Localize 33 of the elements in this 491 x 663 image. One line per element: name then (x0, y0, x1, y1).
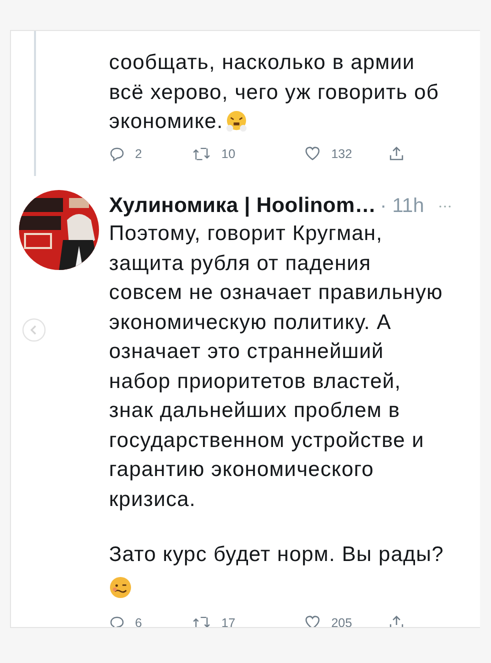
tweet-text: защита рубля от падения (109, 250, 372, 276)
like-count: 132 (331, 146, 352, 160)
tweet-text: совсем не означает правильную (109, 280, 443, 306)
reply-icon[interactable] (109, 146, 125, 162)
tweet-text: гарантию экономического (109, 457, 374, 483)
tweet-text: государственном устройстве и (109, 428, 424, 454)
emoji-icon (225, 110, 248, 134)
tweet-text: сообщать, насколько в армии (109, 50, 415, 76)
heart-icon[interactable] (304, 614, 322, 627)
reply-count: 2 (135, 146, 142, 160)
more-icon[interactable] (438, 204, 452, 208)
tweet-text: кризиса. (109, 486, 196, 512)
share-icon[interactable] (388, 614, 405, 627)
tweet-text: экономике. (109, 109, 224, 135)
retweet-count: 10 (221, 146, 236, 160)
tweet-text: знак дальнейших проблем в (109, 398, 400, 424)
emoji-icon (109, 576, 132, 598)
tweet-text: Зато курс будет норм. Вы рады? (109, 542, 444, 568)
reply-count: 6 (135, 616, 142, 627)
retweet-icon[interactable] (192, 146, 212, 162)
tweet-time: · 11h (380, 195, 424, 218)
retweet-icon[interactable] (192, 614, 212, 627)
tweet-text: означает это страннейший (109, 339, 384, 365)
share-icon[interactable] (388, 145, 405, 162)
retweet-count: 17 (221, 616, 236, 627)
heart-icon[interactable] (304, 145, 322, 162)
tweet-text: Поэтому, говорит Кругман, (109, 221, 383, 247)
tweet-text: всё херово, чего уж говорить об (109, 80, 440, 106)
like-count: 205 (331, 616, 352, 627)
author-name[interactable]: Хулиномика | Hoolinom… (109, 194, 376, 218)
tweet-text: набор приоритетов властей, (109, 368, 402, 394)
tweet-text: экономическую политику. А (109, 310, 392, 336)
reply-icon[interactable] (109, 614, 125, 627)
